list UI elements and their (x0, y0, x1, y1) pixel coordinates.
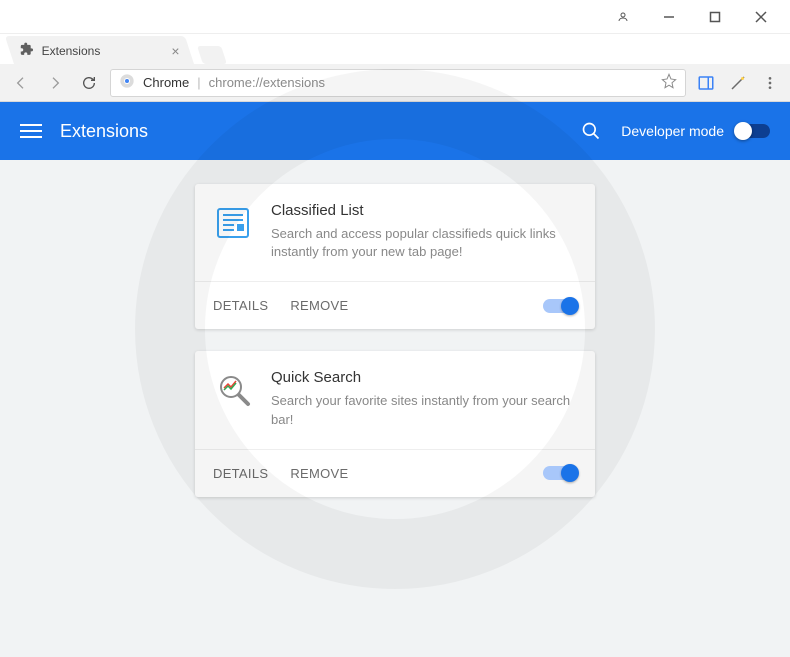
developer-mode-toggle[interactable] (736, 124, 770, 138)
extension-description: Search your favorite sites instantly fro… (271, 392, 577, 428)
developer-mode-label: Developer mode (621, 123, 724, 139)
tab-title: Extensions (41, 43, 100, 57)
tab-close-icon[interactable]: × (171, 43, 179, 57)
puzzle-icon (19, 42, 33, 59)
page-title: Extensions (60, 121, 148, 142)
back-button[interactable] (8, 70, 34, 96)
newspaper-icon (213, 202, 255, 244)
details-button[interactable]: DETAILS (213, 466, 268, 481)
maximize-button[interactable] (692, 2, 738, 32)
hamburger-icon[interactable] (20, 120, 42, 142)
omnibox-url: chrome://extensions (209, 75, 325, 90)
close-button[interactable] (738, 2, 784, 32)
chrome-icon (119, 73, 135, 92)
extension-description: Search and access popular classifieds qu… (271, 225, 577, 261)
details-button[interactable]: DETAILS (213, 298, 268, 313)
browser-tab[interactable]: Extensions × (5, 36, 194, 64)
account-icon[interactable] (600, 2, 646, 32)
minimize-button[interactable] (646, 2, 692, 32)
extension-card: Quick Search Search your favorite sites … (195, 351, 595, 496)
extension-name: Quick Search (271, 369, 577, 386)
search-icon[interactable] (581, 121, 601, 141)
remove-button[interactable]: REMOVE (290, 466, 348, 481)
reload-button[interactable] (76, 70, 102, 96)
bookmark-star-icon[interactable] (661, 73, 677, 92)
browser-toolbar: Chrome | chrome://extensions (0, 64, 790, 102)
panel-icon[interactable] (694, 71, 718, 95)
extension-action-icon[interactable] (726, 71, 750, 95)
extension-enable-toggle[interactable] (543, 466, 577, 480)
remove-button[interactable]: REMOVE (290, 298, 348, 313)
extension-card: Classified List Search and access popula… (195, 184, 595, 329)
extension-name: Classified List (271, 202, 577, 219)
extensions-header: Extensions Developer mode (0, 102, 790, 160)
menu-icon[interactable] (758, 71, 782, 95)
extension-enable-toggle[interactable] (543, 299, 577, 313)
new-tab-button[interactable] (197, 46, 227, 64)
forward-button[interactable] (42, 70, 68, 96)
extensions-content: Classified List Search and access popula… (0, 160, 790, 657)
omnibox-origin: Chrome (143, 75, 189, 90)
window-titlebar (0, 0, 790, 34)
magnifier-icon (213, 369, 255, 411)
address-bar[interactable]: Chrome | chrome://extensions (110, 69, 686, 97)
tab-strip: Extensions × (0, 34, 790, 64)
